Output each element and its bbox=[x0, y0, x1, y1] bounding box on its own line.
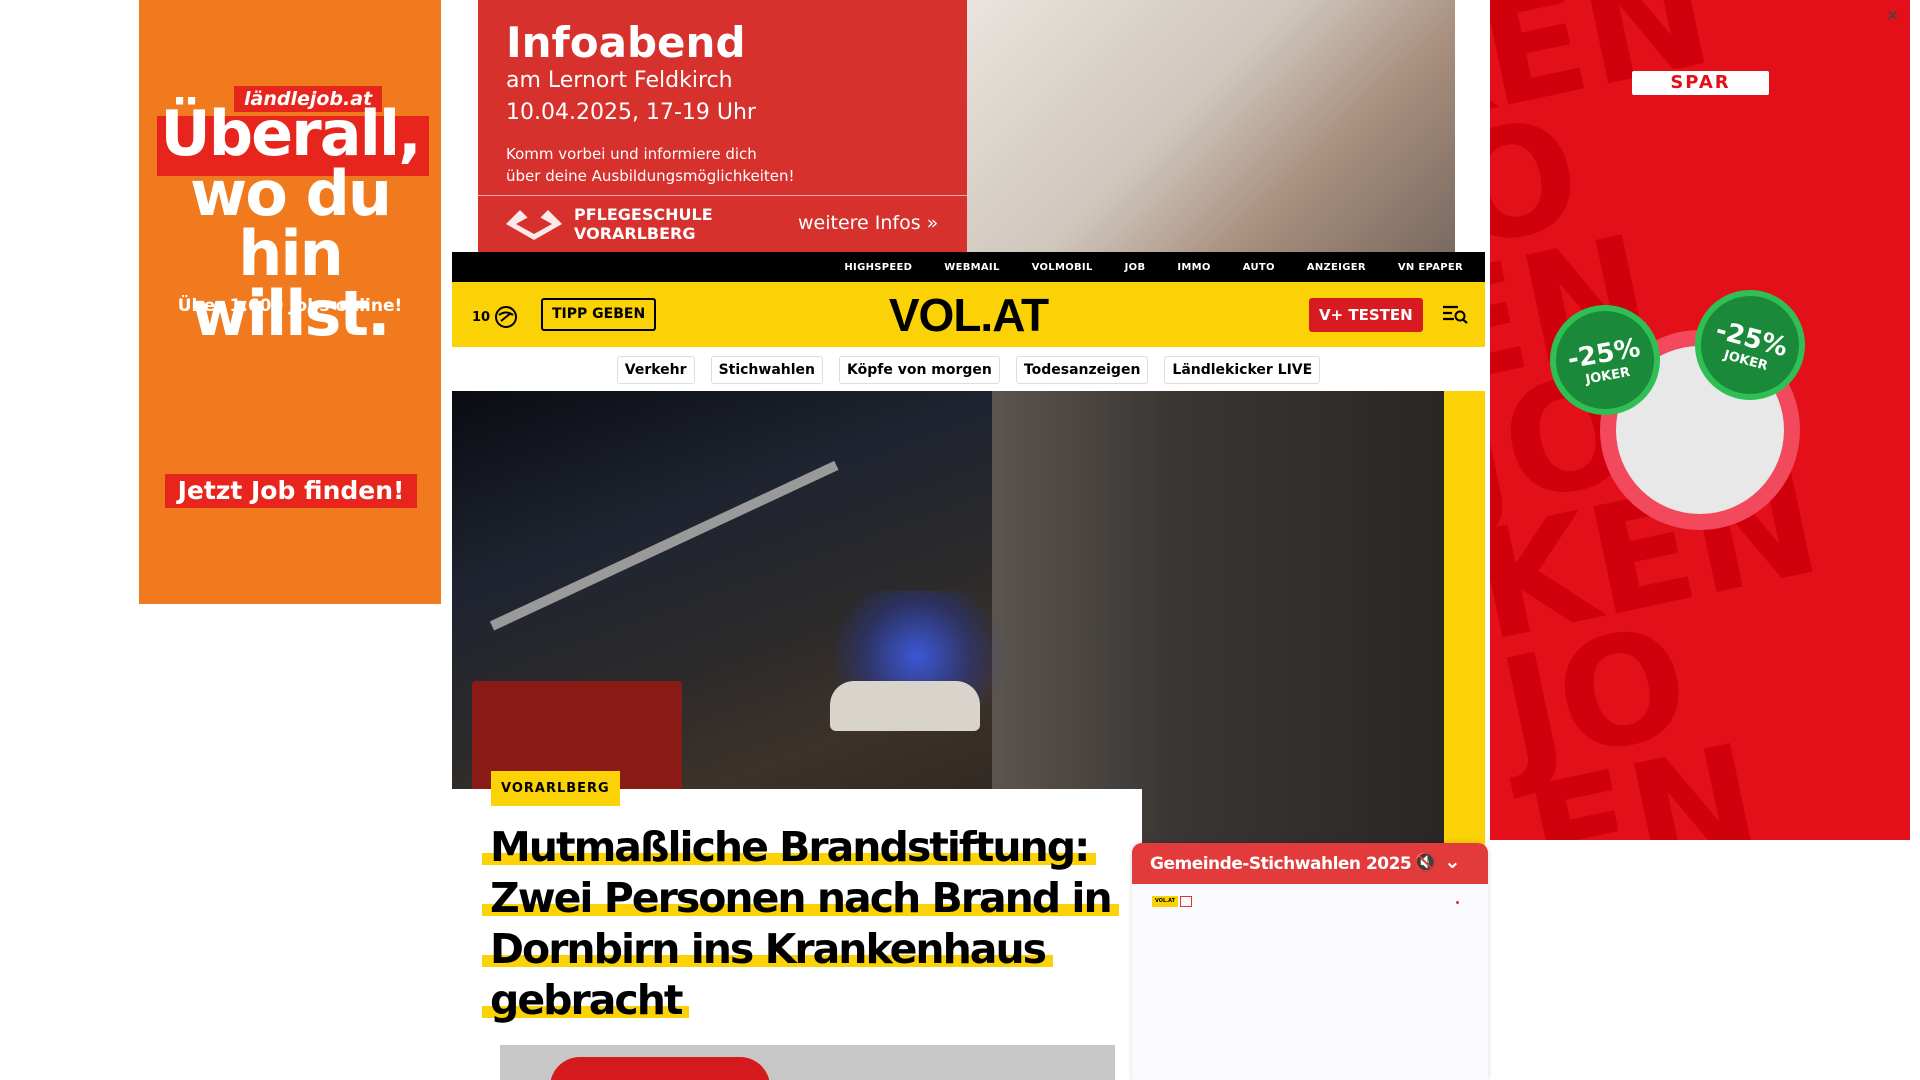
nav-webmail[interactable]: WEBMAIL bbox=[944, 262, 999, 273]
topic-koepfe-von-morgen[interactable]: Köpfe von morgen bbox=[839, 356, 1000, 384]
category-label[interactable]: VORARLBERG bbox=[491, 771, 620, 806]
topic-verkehr[interactable]: Verkehr bbox=[616, 356, 695, 384]
nav-vn-epaper[interactable]: VN EPAPER bbox=[1398, 262, 1463, 273]
find-job-button[interactable]: Jetzt Job finden! bbox=[165, 474, 417, 508]
vplus-test-button[interactable]: V+ TESTEN bbox=[1309, 298, 1423, 332]
pflegeschule-logo-icon bbox=[506, 210, 562, 240]
topic-stichwahlen[interactable]: Stichwahlen bbox=[710, 356, 824, 384]
ad-location: am Lernort Feldkirch bbox=[506, 68, 733, 93]
widget-title: Gemeinde-Stichwahlen 2025 bbox=[1150, 853, 1412, 874]
ad-date: 10.04.2025, 17-19 Uhr bbox=[506, 100, 756, 125]
school-name: PFLEGESCHULE VORARLBERG bbox=[574, 205, 713, 243]
nav-anzeiger[interactable]: ANZEIGER bbox=[1307, 262, 1366, 273]
nav-volmobil[interactable]: VOLMOBIL bbox=[1032, 262, 1093, 273]
weather-icon bbox=[495, 306, 518, 328]
mute-icon[interactable]: 🔇 bbox=[1414, 852, 1436, 873]
topic-todesanzeigen[interactable]: Todesanzeigen bbox=[1015, 356, 1149, 384]
secondary-article-image[interactable] bbox=[500, 1045, 1115, 1080]
ad-photo bbox=[967, 0, 1455, 252]
widget-mini-logo: VOL.AT bbox=[1152, 896, 1178, 907]
ad-desc-line2: über deine Ausbildungsmöglichkeiten! bbox=[506, 167, 795, 185]
article-headline[interactable]: Mutmaßliche Brandstiftung: Zwei Personen… bbox=[482, 822, 1122, 1026]
parked-car bbox=[830, 681, 980, 731]
site-header: 10 TIPP GEBEN VOL.AT V+ TESTEN bbox=[452, 282, 1485, 347]
top-nav-bar: HIGHSPEED WEBMAIL VOLMOBIL JOB IMMO AUTO… bbox=[452, 252, 1485, 282]
more-info-link[interactable]: weitere Infos » bbox=[798, 212, 938, 234]
video-widget[interactable]: Gemeinde-Stichwahlen 2025 🔇 ⌄ VOL.AT bbox=[1132, 843, 1488, 1080]
right-spar-ad[interactable]: KEN JO EN JOB KEN JO EN JOB SPAR -25% JO… bbox=[1490, 0, 1910, 840]
menu-search-icon[interactable] bbox=[1442, 302, 1468, 326]
ad-divider bbox=[478, 195, 967, 196]
left-job-ad[interactable]: ländlejob.at Überall, wo du hin willst. … bbox=[139, 0, 441, 604]
temperature-value: 10 bbox=[472, 309, 491, 325]
ad-title: Infoabend bbox=[506, 18, 746, 67]
ad-text-panel: Infoabend am Lernort Feldkirch 10.04.202… bbox=[478, 0, 967, 252]
close-ad-icon[interactable]: ✕ bbox=[1886, 6, 1899, 25]
topic-laendlekicker-live[interactable]: Ländlekicker LIVE bbox=[1164, 356, 1321, 384]
fire-ladder bbox=[489, 460, 839, 631]
article-headline-text: Mutmaßliche Brandstiftung: Zwei Personen… bbox=[482, 823, 1119, 1024]
nav-highspeed[interactable]: HIGHSPEED bbox=[844, 262, 912, 273]
hero-accent-bar bbox=[1443, 391, 1485, 846]
ad-subline: Über 1.600 Jobs online! bbox=[177, 296, 403, 316]
tipp-geben-button[interactable]: TIPP GEBEN bbox=[541, 298, 657, 331]
nav-auto[interactable]: AUTO bbox=[1243, 262, 1275, 273]
widget-dot bbox=[1456, 901, 1459, 904]
top-banner-ad[interactable]: Infoabend am Lernort Feldkirch 10.04.202… bbox=[478, 0, 1455, 252]
building-wall bbox=[992, 391, 1444, 846]
nav-immo[interactable]: IMMO bbox=[1177, 262, 1210, 273]
topic-chips: Verkehr Stichwahlen Köpfe von morgen Tod… bbox=[452, 356, 1485, 384]
chevron-down-icon[interactable]: ⌄ bbox=[1444, 849, 1461, 873]
nav-job[interactable]: JOB bbox=[1125, 262, 1146, 273]
spar-logo: SPAR bbox=[1632, 71, 1769, 95]
thumb-shape bbox=[550, 1057, 770, 1080]
weather-widget[interactable]: 10 bbox=[472, 305, 518, 329]
widget-mini-icon bbox=[1180, 896, 1192, 907]
ad-desc-line1: Komm vorbei und informiere dich bbox=[506, 145, 757, 163]
